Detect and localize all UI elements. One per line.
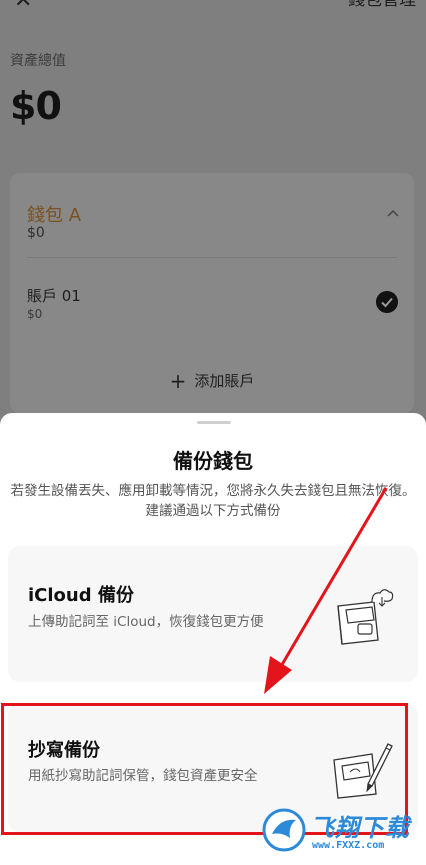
account-name[interactable]: 賬戶 01	[27, 285, 81, 306]
wallet-name: 錢包 A	[27, 205, 82, 226]
close-icon[interactable]: ✕	[14, 0, 32, 12]
wallet-card[interactable]: 錢包 A $0 賬戶 01 $0 + 添加賬戶	[10, 173, 414, 413]
icloud-backup-option[interactable]: iCloud 備份 上傳助記詞至 iCloud，恢復錢包更方便	[8, 546, 418, 682]
wallet-balance: $0	[27, 225, 45, 241]
option-title: iCloud 備份	[28, 585, 134, 606]
check-icon	[376, 291, 398, 313]
watermark-text: 飞翔下载	[310, 814, 410, 842]
option-description: 上傳助記詞至 iCloud，恢復錢包更方便	[28, 614, 264, 630]
total-assets-label: 資產總值	[10, 53, 66, 69]
cloud-wallet-icon	[337, 589, 394, 645]
account-balance: $0	[27, 307, 43, 321]
add-account-button[interactable]: + 添加賬戶	[10, 369, 414, 393]
plus-icon: +	[169, 369, 187, 393]
watermark-url: www.FXXZ.com	[312, 840, 385, 851]
sheet-handle[interactable]	[197, 421, 231, 424]
add-account-label: 添加賬戶	[194, 372, 255, 390]
total-assets-value: $0	[10, 84, 62, 128]
sheet-title: 備份錢包	[173, 449, 253, 473]
top-bar: ✕ 錢包管理	[0, 0, 426, 14]
divider	[27, 257, 397, 258]
chevron-up-icon[interactable]	[386, 207, 400, 221]
watermark-logo-icon	[262, 808, 306, 852]
wallet-manage-link[interactable]: 錢包管理	[348, 0, 416, 10]
watermark: 飞翔下载 www.FXXZ.com	[262, 806, 424, 858]
sheet-description: 若發生設備丟失、應用卸載等情況，您將永久失去錢包且無法恢復。建議通過以下方式備份	[10, 483, 416, 519]
wallet-home-page: ✕ 錢包管理 資產總值 $0 錢包 A $0 賬戶 01 $0 + 添加賬戶	[0, 0, 426, 420]
